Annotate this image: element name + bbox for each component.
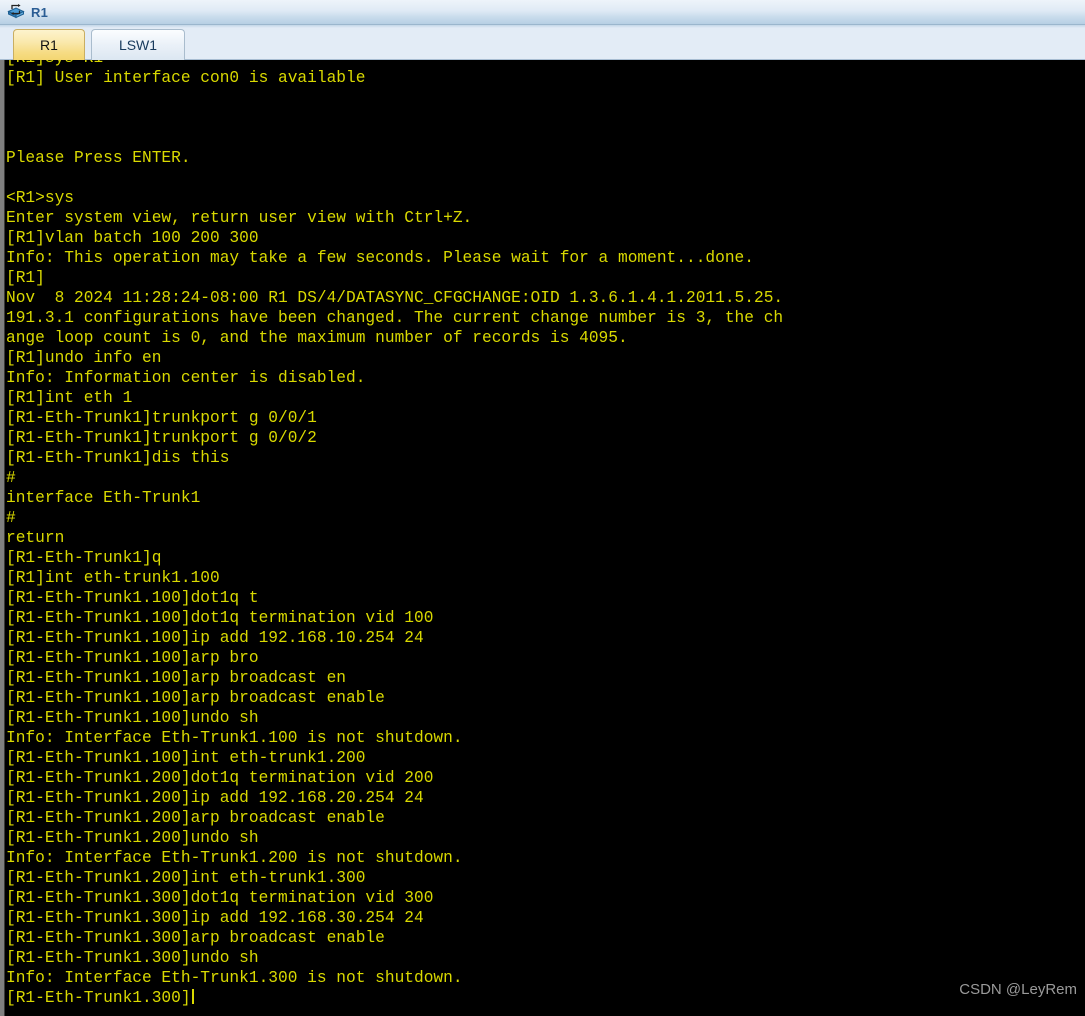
terminal-line: [R1-Eth-Trunk1.100]arp broadcast enable [6, 689, 385, 707]
terminal-line: [R1-Eth-Trunk1.100]dot1q t [6, 589, 259, 607]
terminal-line: Nov 8 2024 11:28:24-08:00 R1 DS/4/DATASY… [6, 289, 784, 307]
terminal-line: [R1-Eth-Trunk1.100]arp broadcast en [6, 669, 346, 687]
window-titlebar: R1 [0, 0, 1085, 25]
terminal-line: [R1] [6, 269, 45, 287]
device-tab-strip: R1 LSW1 [0, 25, 1085, 60]
terminal-line: Info: Interface Eth-Trunk1.200 is not sh… [6, 849, 463, 867]
terminal-line: ange loop count is 0, and the maximum nu… [6, 329, 628, 347]
terminal-line: [R1]int eth-trunk1.100 [6, 569, 220, 587]
terminal-line: [R1-Eth-Trunk1]trunkport g 0/0/2 [6, 429, 317, 447]
terminal-line: Info: Interface Eth-Trunk1.100 is not sh… [6, 729, 463, 747]
terminal-line: [R1-Eth-Trunk1.300]undo sh [6, 949, 259, 967]
terminal-line: [R1-Eth-Trunk1.300]dot1q termination vid… [6, 889, 434, 907]
terminal-line: Please Press ENTER. [6, 149, 191, 167]
terminal-output: [R1]sys R1[R1] User interface con0 is av… [6, 60, 1085, 1008]
terminal-line: Info: Information center is disabled. [6, 369, 366, 387]
terminal-line: [R1-Eth-Trunk1.200]arp broadcast enable [6, 809, 385, 827]
terminal-line: interface Eth-Trunk1 [6, 489, 201, 507]
terminal-line: [R1-Eth-Trunk1.100]undo sh [6, 709, 259, 727]
terminal-line: <R1>sys [6, 189, 74, 207]
terminal-line: [R1-Eth-Trunk1]dis this [6, 449, 230, 467]
terminal-line: [R1-Eth-Trunk1.100]int eth-trunk1.200 [6, 749, 366, 767]
tab-r1-label: R1 [40, 37, 58, 53]
terminal-line: 191.3.1 configurations have been changed… [6, 309, 784, 327]
terminal-line: [R1-Eth-Trunk1.200]dot1q termination vid… [6, 769, 434, 787]
terminal-line: [R1]vlan batch 100 200 300 [6, 229, 259, 247]
terminal-line: Enter system view, return user view with… [6, 209, 473, 227]
terminal-line: Info: This operation may take a few seco… [6, 249, 754, 267]
router-icon [6, 2, 26, 22]
terminal-line: [R1-Eth-Trunk1.100]dot1q termination vid… [6, 609, 434, 627]
terminal-line: [R1-Eth-Trunk1.200]ip add 192.168.20.254… [6, 789, 424, 807]
terminal-line: [R1-Eth-Trunk1.200]int eth-trunk1.300 [6, 869, 366, 887]
terminal-line: # [6, 469, 16, 487]
terminal-line: [R1-Eth-Trunk1]trunkport g 0/0/1 [6, 409, 317, 427]
tab-r1[interactable]: R1 [13, 29, 85, 60]
terminal-line: [R1-Eth-Trunk1.200]undo sh [6, 829, 259, 847]
tab-lsw1-label: LSW1 [118, 37, 158, 53]
cli-terminal[interactable]: [R1]sys R1[R1] User interface con0 is av… [0, 60, 1085, 1016]
terminal-line: [R1]int eth 1 [6, 389, 133, 407]
terminal-line: [R1-Eth-Trunk1.300]arp broadcast enable [6, 929, 385, 947]
terminal-line: [R1]undo info en [6, 349, 162, 367]
terminal-line: Info: Interface Eth-Trunk1.300 is not sh… [6, 969, 463, 987]
terminal-line: [R1-Eth-Trunk1.300] [6, 988, 1085, 1008]
ensp-console-window: R1 R1 LSW1 [R1]sys R1[R1] User interface… [0, 0, 1085, 1016]
terminal-line: [R1]sys R1 [6, 60, 1085, 68]
terminal-line: return [6, 529, 65, 547]
terminal-line: [R1] User interface con0 is available [6, 69, 366, 87]
tab-lsw1[interactable]: LSW1 [91, 29, 185, 60]
terminal-left-gutter [0, 60, 5, 1016]
window-title: R1 [31, 4, 49, 20]
terminal-line: [R1-Eth-Trunk1]q [6, 549, 162, 567]
terminal-line: [R1-Eth-Trunk1.300]ip add 192.168.30.254… [6, 909, 424, 927]
terminal-line: [R1-Eth-Trunk1.100]arp bro [6, 649, 259, 667]
terminal-line: [R1-Eth-Trunk1.100]ip add 192.168.10.254… [6, 629, 424, 647]
terminal-line: # [6, 509, 16, 527]
terminal-cursor [191, 989, 194, 1004]
